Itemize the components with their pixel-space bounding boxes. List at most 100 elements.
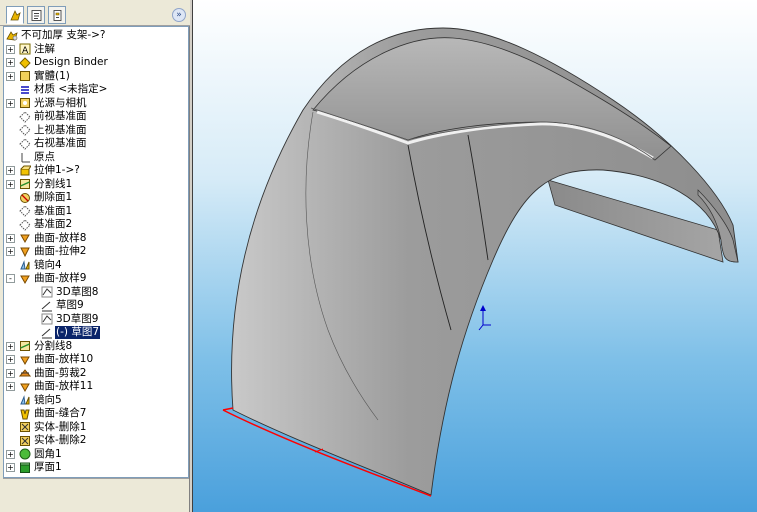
tree-item[interactable]: 草图9 (41, 299, 85, 312)
annotations-icon: A (19, 43, 31, 56)
tree-item[interactable]: 曲面-放样8 (19, 232, 87, 245)
tree-expander[interactable]: + (6, 449, 15, 459)
tree-item-label: 镜向4 (34, 258, 62, 271)
tree-root-label: 不可加厚 支架->? (21, 29, 106, 42)
tree-item-label: 删除面1 (34, 191, 73, 204)
tree-item[interactable]: 曲面-拉伸2 (19, 245, 87, 258)
tree-item-label: Design Binder (34, 56, 108, 69)
tree-item[interactable]: 分割线1 (19, 178, 73, 191)
origin-triad-icon (478, 305, 491, 331)
tree-expander[interactable]: + (6, 368, 15, 378)
tree-expander[interactable]: + (6, 58, 15, 67)
mirror-icon (19, 259, 31, 271)
tree-item-label: 3D草图8 (56, 285, 99, 298)
feature-manager-tab-icon[interactable] (6, 6, 24, 24)
feature-tree[interactable]: 不可加厚 支架->? + A 注解 + Design Binder + 實體(1) 材质 <未… (3, 26, 189, 478)
tree-item[interactable]: 实体-删除1 (19, 421, 87, 434)
tree-item-label: 右视基准面 (34, 137, 87, 150)
plane-icon (19, 110, 31, 123)
tree-item[interactable]: 實體(1) (19, 70, 71, 83)
delete-face-icon (19, 192, 31, 204)
tree-item-label: 曲面-放样11 (34, 380, 94, 393)
tree-item[interactable]: 分割线8 (19, 340, 73, 353)
tree-item-label: 曲面-放样10 (34, 353, 94, 366)
tree-item-label: 草图9 (56, 299, 84, 312)
lights-cameras-icon (19, 97, 31, 109)
tree-item-label: 材质 <未指定> (34, 83, 108, 96)
tree-item-label: 原点 (34, 150, 55, 163)
selected-edge-start (222, 407, 234, 411)
tree-item[interactable]: 删除面1 (19, 191, 73, 204)
tree-root-item[interactable]: 不可加厚 支架->? (6, 29, 107, 42)
tree-item[interactable]: 曲面-剪裁2 (18, 367, 87, 380)
tree-item[interactable]: 镜向5 (19, 394, 63, 407)
tree-item-label: 分割线1 (34, 177, 73, 190)
design-binder-icon (19, 56, 31, 69)
split-line-icon (19, 340, 31, 352)
origin-icon (19, 151, 31, 163)
tree-expander[interactable]: + (6, 98, 15, 108)
tree-expander[interactable]: + (6, 382, 15, 391)
fillet-icon (19, 448, 31, 460)
configuration-manager-tab-icon[interactable] (48, 6, 66, 24)
tree-item-label: 基准面2 (34, 218, 73, 231)
tree-item[interactable]: 材质 <未指定> (19, 83, 108, 96)
tree-item[interactable]: 3D草图9 (41, 313, 99, 326)
tree-item[interactable]: 曲面-放样11 (19, 380, 94, 393)
surface-loft-icon (19, 273, 31, 285)
tree-expander[interactable]: + (6, 247, 15, 256)
model-view[interactable] (193, 0, 757, 512)
tree-item[interactable]: (-) 草图7 (41, 326, 100, 340)
tree-item[interactable]: 曲面-放样10 (19, 353, 94, 366)
tree-item[interactable]: 光源与相机 (19, 97, 88, 110)
tree-item[interactable]: 圆角1 (19, 448, 63, 461)
tree-item-label: 曲面-放样9 (34, 272, 87, 285)
svg-text:A: A (22, 46, 29, 55)
tree-item[interactable]: A 注解 (19, 43, 56, 56)
tree-item[interactable]: 实体-删除2 (19, 434, 87, 447)
tree-expander[interactable]: + (6, 44, 15, 54)
tree-item[interactable]: 前视基准面 (19, 110, 88, 123)
tree-item[interactable]: 曲面-缝合7 (19, 407, 87, 420)
tree-expander[interactable]: + (6, 166, 15, 175)
tree-item[interactable]: 基准面2 (19, 218, 73, 231)
tree-expander[interactable]: + (6, 341, 15, 351)
graphics-viewport[interactable] (192, 0, 757, 512)
edge-midpoint-mark (314, 448, 324, 453)
tree-item-label: 实体-删除1 (34, 420, 87, 433)
tree-item-label: 基准面1 (34, 204, 73, 217)
surface-loft-icon (19, 354, 31, 366)
property-manager-tab-icon[interactable] (27, 6, 45, 24)
tree-expander[interactable]: - (6, 274, 15, 283)
tree-item-label: 曲面-拉伸2 (34, 245, 87, 258)
surface-trim-icon (18, 367, 32, 379)
collapse-panel-button[interactable]: » (172, 8, 186, 22)
tree-item-label: 光源与相机 (34, 96, 87, 109)
tree-item-label: 前视基准面 (34, 110, 87, 123)
tree-item[interactable]: 原点 (19, 151, 56, 164)
tree-expander[interactable]: + (6, 355, 15, 364)
plane-icon (19, 137, 31, 150)
sketch-icon (41, 300, 53, 312)
tree-expander[interactable]: + (6, 463, 15, 472)
tree-item[interactable]: 3D草图8 (41, 286, 99, 299)
tree-item[interactable]: Design Binder (19, 56, 109, 69)
tree-item-label: 拉伸1->? (34, 164, 80, 177)
tree-item-label: 注解 (34, 42, 55, 55)
material-icon (19, 84, 31, 96)
tree-expander[interactable]: + (6, 71, 15, 81)
tree-item[interactable]: 镜向4 (19, 259, 63, 272)
tree-item[interactable]: 基准面1 (19, 205, 73, 218)
3d-sketch-icon (41, 313, 53, 325)
tree-item[interactable]: 曲面-放样9 (19, 272, 87, 285)
tree-expander[interactable]: + (6, 233, 15, 243)
tree-item[interactable]: 右视基准面 (19, 137, 88, 150)
tree-item[interactable]: 上视基准面 (19, 124, 88, 137)
panel-bottom-area (3, 478, 189, 512)
tree-expander[interactable]: + (6, 179, 15, 189)
tree-item[interactable]: 拉伸1->? (19, 164, 81, 177)
panel-tab-strip: » (0, 0, 190, 26)
plane-icon (19, 205, 31, 217)
tree-item[interactable]: 厚面1 (19, 461, 63, 474)
tree-item-label: 镜向5 (34, 393, 62, 406)
